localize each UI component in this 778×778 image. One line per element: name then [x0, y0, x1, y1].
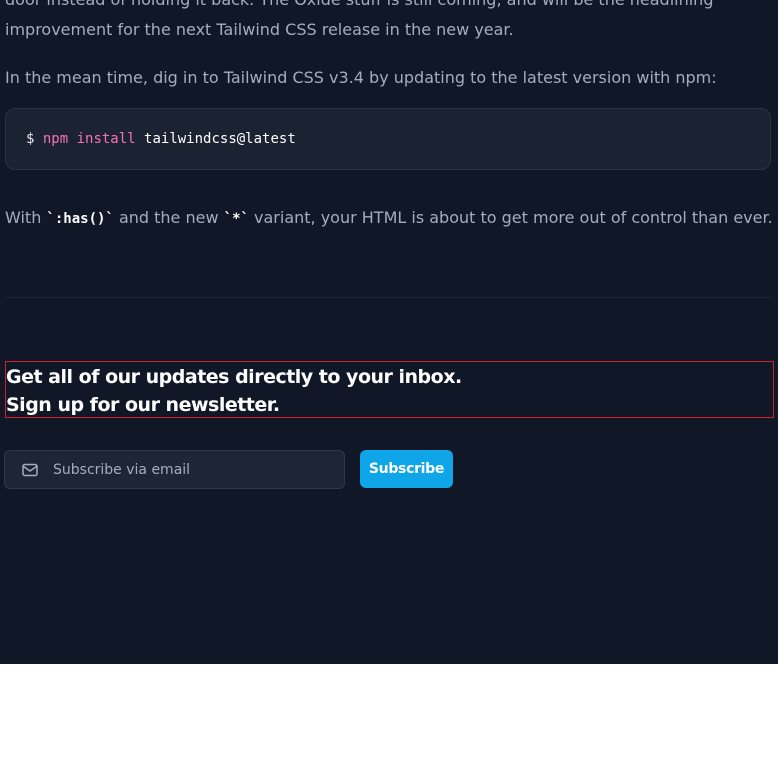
article-paragraph-closing: With `:has()` and the new `*` variant, y… [5, 206, 773, 231]
code-line: $ npm install tailwindcss@latest [26, 130, 296, 148]
closing-text-after: variant, your HTML is about to get more … [248, 208, 773, 227]
code-block[interactable]: $ npm install tailwindcss@latest [5, 108, 771, 170]
envelope-icon [22, 463, 38, 477]
inline-code-has: `:has()` [46, 211, 114, 227]
section-divider [5, 297, 773, 298]
article-paragraph-intro-line1: door instead of holding it back. The Oxi… [5, 0, 713, 12]
blog-post-page: door instead of holding it back. The Oxi… [0, 0, 778, 664]
article-paragraph-intro-line2: improvement for the next Tailwind CSS re… [5, 20, 514, 39]
newsletter-heading-line2: Sign up for our newsletter. [6, 394, 280, 416]
email-input[interactable] [53, 451, 338, 488]
newsletter-heading-line1: Get all of our updates directly to your … [6, 366, 462, 388]
inline-code-star: `*` [223, 211, 249, 227]
subscribe-button[interactable]: Subscribe [360, 450, 453, 488]
newsletter-heading: Get all of our updates directly to your … [5, 361, 774, 418]
code-command: npm install [42, 131, 136, 147]
code-prompt: $ [26, 131, 35, 147]
code-argument: tailwindcss@latest [144, 131, 296, 147]
closing-text-before: With [5, 208, 47, 227]
email-field[interactable] [4, 450, 345, 489]
closing-text-middle: and the new [113, 208, 224, 227]
article-paragraph-upgrade: In the mean time, dig in to Tailwind CSS… [5, 68, 717, 87]
